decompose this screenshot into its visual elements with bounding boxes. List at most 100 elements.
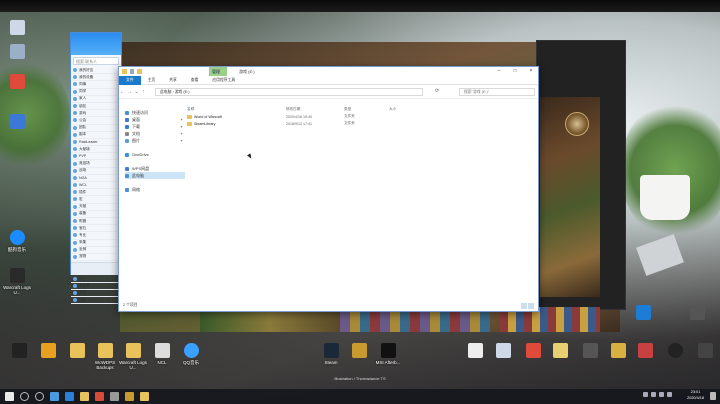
nav-item[interactable]: 下载 ✦ <box>125 123 185 130</box>
tab-3[interactable]: 查看 <box>184 76 206 85</box>
app-shortcut[interactable] <box>2 114 32 131</box>
tab-2[interactable]: 共享 <box>162 76 184 85</box>
forward-icon[interactable]: → <box>126 89 133 95</box>
back-icon[interactable]: ← <box>119 89 126 95</box>
nav-item[interactable]: 快速访问 <box>125 109 185 116</box>
large-icons-view-icon[interactable] <box>528 303 534 309</box>
properties-icon[interactable] <box>130 69 134 74</box>
tab-4[interactable]: 应用程序工具 <box>205 76 242 85</box>
nav-item[interactable]: 网络 <box>125 186 185 193</box>
tray-icon[interactable] <box>643 392 648 397</box>
volume-icon[interactable] <box>667 392 672 397</box>
minimize-button[interactable]: – <box>496 68 502 74</box>
app-shortcut[interactable] <box>518 343 548 360</box>
qq-contact-item[interactable]: 同事 <box>71 81 121 89</box>
tab-1[interactable]: 主页 <box>141 76 163 85</box>
file-shortcut[interactable] <box>545 343 575 360</box>
tab-0[interactable]: 文件 <box>119 75 141 85</box>
file-shortcut[interactable] <box>460 343 490 360</box>
qq-contact-item[interactable]: 公会 <box>71 117 121 125</box>
qq-contact-item[interactable]: 黑名单 <box>71 283 121 290</box>
app-shortcut[interactable] <box>2 74 32 91</box>
chevron-down-icon[interactable]: ⌄ <box>133 89 140 95</box>
qq-contact-item[interactable]: 我的好友 <box>71 67 121 75</box>
app-shortcut[interactable] <box>630 343 660 360</box>
nav-item[interactable]: 文档 ✦ <box>125 130 185 137</box>
qq-contact-item[interactable]: 其他 <box>71 290 121 297</box>
app-shortcut[interactable] <box>690 343 720 360</box>
qq-search-input[interactable]: 搜索:联系人 <box>73 57 119 65</box>
msi-afterburner-shortcut[interactable]: MSI Afterb... <box>373 343 403 365</box>
edge-icon[interactable] <box>65 392 74 401</box>
qq-contact-item[interactable]: 附魔 <box>71 218 121 226</box>
qq-contact-item[interactable]: 宝石 <box>71 225 121 233</box>
qq-contact-item[interactable]: PVP <box>71 153 121 161</box>
qq-contact-item[interactable]: 宠物 <box>71 254 121 262</box>
app-shortcut[interactable] <box>575 343 605 360</box>
app-shortcut[interactable] <box>603 343 633 360</box>
qq-contact-item[interactable]: 团队 <box>71 125 121 132</box>
qq-contact-item[interactable]: 插件 <box>71 189 121 197</box>
app-icon[interactable] <box>95 392 104 401</box>
nav-item[interactable]: 此电脑 <box>125 172 185 179</box>
kugou-shortcut[interactable]: 酷狗音乐 <box>2 230 32 252</box>
qq-music-shortcut[interactable]: QQ音乐 <box>176 343 206 365</box>
qq-contact-item[interactable]: 天赋 <box>71 204 121 211</box>
column-size[interactable]: 大小 <box>389 107 429 112</box>
obs-shortcut[interactable] <box>660 343 690 360</box>
qq-contact-item[interactable]: 装备 <box>71 211 121 218</box>
start-icon[interactable] <box>5 392 14 401</box>
qq-contact-item[interactable]: 副本 <box>71 132 121 139</box>
nav-item[interactable]: OneDrive <box>125 151 185 158</box>
qq-contact-item[interactable]: 游戏 <box>71 110 121 118</box>
clock[interactable]: 23:01 2020/4/18 <box>687 390 704 401</box>
app-icon[interactable] <box>140 392 149 401</box>
qq-contact-item[interactable]: 专业 <box>71 232 121 240</box>
wow-shortcut[interactable] <box>344 343 374 360</box>
qq-contact-item[interactable]: 分组 <box>71 297 121 305</box>
task-view-icon[interactable] <box>35 392 44 401</box>
column-type[interactable]: 类型 <box>344 107 389 112</box>
nav-item[interactable]: 桌面 ✦ <box>125 116 185 123</box>
qq-contact-item[interactable]: NGA <box>71 175 121 182</box>
qq-contact-item[interactable]: WCL <box>71 182 121 190</box>
qq-contact-item[interactable]: 坐骑 <box>71 247 121 254</box>
steam-shortcut[interactable]: Steam <box>316 343 346 365</box>
qq-contact-item[interactable]: 采集 <box>71 240 121 247</box>
qq-contact-item[interactable]: 我的设备 <box>71 74 121 82</box>
column-name[interactable]: 名称 <box>187 107 286 112</box>
app-shortcut[interactable] <box>4 343 34 360</box>
file-row[interactable]: World of Warcraft 2020/4/16 19:40 文件夹 <box>187 113 537 120</box>
address-bar[interactable]: 此电脑 › 游戏 (E:) <box>155 88 423 96</box>
qq-contact-item[interactable]: 家人 <box>71 96 121 103</box>
qq-contact-item[interactable]: 战场 <box>71 168 121 175</box>
app-shortcut[interactable] <box>682 305 712 322</box>
file-shortcut[interactable]: NCL <box>147 343 177 365</box>
up-icon[interactable]: ↑ <box>140 89 147 95</box>
tray-icon[interactable] <box>651 392 656 397</box>
qq-contact-item[interactable]: 同学 <box>71 89 121 96</box>
network-icon[interactable] <box>659 392 664 397</box>
folder-shortcut[interactable] <box>62 343 92 360</box>
warcraft-logs-shortcut[interactable]: Warcraft Logs U... <box>2 268 32 295</box>
manage-tab[interactable]: 管理 <box>212 69 220 75</box>
refresh-icon[interactable]: ⟳ <box>435 88 439 94</box>
search-icon[interactable] <box>20 392 29 401</box>
search-input[interactable]: 搜索"游戏 (E:)" <box>459 88 535 96</box>
app-shortcut[interactable] <box>33 343 63 360</box>
qq-window[interactable]: 搜索:联系人 我的好友 我的设备 同事 同学 家人 朋友 游戏 公会 团队 副本 RaidLeade… <box>70 32 122 305</box>
new-folder-icon[interactable] <box>137 69 142 74</box>
notification-icon[interactable] <box>710 392 716 400</box>
column-date[interactable]: 修改日期 <box>286 107 344 112</box>
file-explorer-window[interactable]: 管理 游戏 (E:) – □ × 文件 主页 共享 查看 应用程序工具 ← → ⌄ ↑ … <box>118 66 539 312</box>
app-icon[interactable] <box>50 392 59 401</box>
qq-contact-item[interactable]: 朋友 <box>71 103 121 111</box>
file-shortcut[interactable] <box>488 343 518 360</box>
qq-contact-item[interactable]: 宏 <box>71 196 121 204</box>
computer-shortcut[interactable] <box>2 20 32 37</box>
details-view-icon[interactable] <box>521 303 527 309</box>
maximize-button[interactable]: □ <box>512 68 518 74</box>
folder-shortcut[interactable]: Warcraft Logs U... <box>118 343 148 370</box>
nav-item[interactable]: WPS网盘 <box>125 165 185 172</box>
qq-contact-item[interactable]: 大秘境 <box>71 146 121 154</box>
